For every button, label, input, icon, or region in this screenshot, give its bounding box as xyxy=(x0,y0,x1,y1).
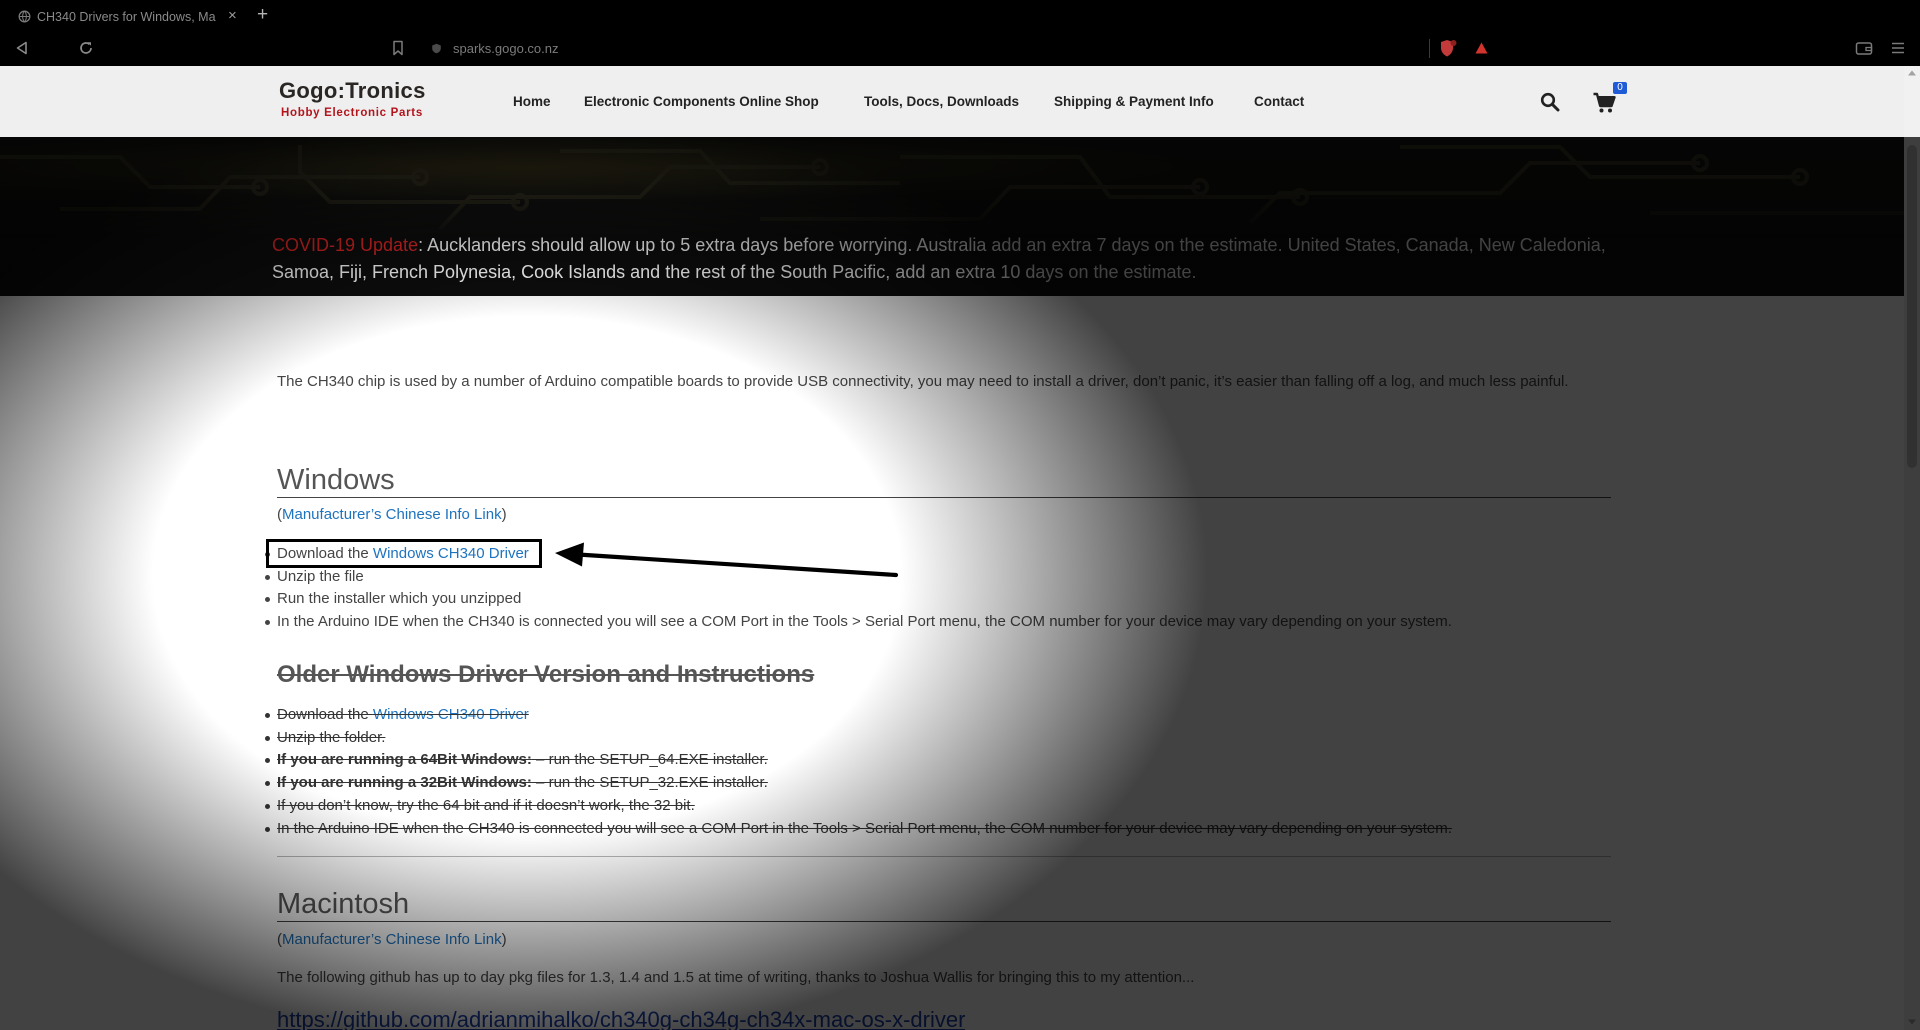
older-windows-driver-link[interactable]: Windows CH340 Driver xyxy=(373,706,529,723)
list-item: In the Arduino IDE when the CH340 is con… xyxy=(265,611,1452,634)
new-tab-button[interactable]: + xyxy=(257,4,268,26)
list-item: In the Arduino IDE when the CH340 is con… xyxy=(265,818,1452,841)
back-arrow-icon[interactable] xyxy=(14,40,30,56)
step-bold-label: If you are running a 64Bit Windows: xyxy=(277,751,532,769)
macintosh-heading-underline xyxy=(277,921,1611,922)
browser-tab[interactable]: CH340 Drivers for Windows, Ma × xyxy=(6,2,256,31)
list-item: Run the installer which you unzipped xyxy=(265,588,1452,611)
step-text: Download the xyxy=(277,706,373,723)
windows-steps-list: Download the Windows CH340 Driver Unzip … xyxy=(265,543,1452,634)
url-text[interactable]: sparks.gogo.co.nz xyxy=(453,40,559,57)
windows-heading: Windows xyxy=(277,464,395,496)
circuit-pattern xyxy=(0,137,1904,237)
bookmark-icon[interactable] xyxy=(391,40,405,56)
wallet-icon[interactable] xyxy=(1855,40,1873,56)
nav-shipping-payment[interactable]: Shipping & Payment Info xyxy=(1054,94,1214,110)
covid-banner: COVID-19 Update: Aucklanders should allo… xyxy=(0,137,1904,296)
reload-icon[interactable] xyxy=(78,40,94,56)
paren-close: ) xyxy=(501,506,507,523)
github-link-wrapper: https://github.com/adrianmihalko/ch340g-… xyxy=(277,1007,965,1030)
list-item: Download the Windows CH340 Driver xyxy=(265,543,1452,566)
screen: CH340 Drivers for Windows, Ma × + sparks… xyxy=(0,0,1920,1030)
cart-icon[interactable] xyxy=(1592,91,1616,115)
covid-alert-label: COVID-19 Update xyxy=(272,235,419,255)
covid-notice-line-1: COVID-19 Update: Aucklanders should allo… xyxy=(272,234,1606,256)
site-logo[interactable]: Gogo:Tronics Hobby Electronic Parts xyxy=(279,78,449,126)
scrollbar-thumb[interactable] xyxy=(1907,145,1917,468)
windows-heading-underline xyxy=(277,497,1611,498)
macintosh-heading: Macintosh xyxy=(277,888,410,920)
windows-info: (Manufacturer’s Chinese Info Link) xyxy=(277,505,507,525)
browser-address-bar: sparks.gogo.co.nz xyxy=(0,31,1920,66)
older-windows-steps-list: Download the Windows CH340 Driver Unzip … xyxy=(265,704,1452,841)
list-item: If you are running a 32Bit Windows: – ru… xyxy=(265,772,1452,795)
shield-extension-icon[interactable] xyxy=(1439,39,1457,58)
windows-ch340-driver-link[interactable]: Windows CH340 Driver xyxy=(373,545,529,562)
github-driver-link[interactable]: https://github.com/adrianmihalko/ch340g-… xyxy=(277,1007,965,1030)
list-item: Download the Windows CH340 Driver xyxy=(265,704,1452,727)
paren-close: ) xyxy=(501,931,507,948)
nav-tools-docs-downloads[interactable]: Tools, Docs, Downloads xyxy=(864,94,1019,110)
nav-components-shop[interactable]: Electronic Components Online Shop xyxy=(584,94,819,110)
covid-notice-line-2: Samoa, Fiji, French Polynesia, Cook Isla… xyxy=(272,262,1197,282)
step-text: – run the SETUP_64.EXE installer. xyxy=(531,751,768,769)
site-header: Gogo:Tronics Hobby Electronic Parts Home… xyxy=(0,66,1904,137)
nav-home[interactable]: Home xyxy=(513,94,551,110)
intro-paragraph: The CH340 chip is used by a number of Ar… xyxy=(277,373,1569,390)
site-info-icon[interactable] xyxy=(431,43,442,54)
section-divider xyxy=(277,856,1611,857)
step-bold-label: If you are running a 32Bit Windows: xyxy=(277,774,532,792)
older-windows-heading: Older Windows Driver Version and Instruc… xyxy=(277,661,815,688)
menu-icon[interactable] xyxy=(1890,41,1906,55)
tab-title: CH340 Drivers for Windows, Ma xyxy=(37,10,216,24)
covid-notice-text: : Aucklanders should allow up to 5 extra… xyxy=(418,235,1606,255)
scroll-up-arrow-icon[interactable] xyxy=(1907,69,1917,77)
triangle-extension-icon[interactable] xyxy=(1474,41,1489,55)
nav-contact[interactable]: Contact xyxy=(1254,94,1304,110)
list-item: If you are running a 64Bit Windows: – ru… xyxy=(265,749,1452,772)
logo-title: Gogo:Tronics xyxy=(279,78,426,103)
logo-subtitle: Hobby Electronic Parts xyxy=(281,107,423,119)
globe-icon xyxy=(18,10,31,23)
mac-paragraph: The following github has up to day pkg f… xyxy=(277,969,1195,986)
browser-tab-bar: CH340 Drivers for Windows, Ma × + xyxy=(0,0,1920,31)
list-item: If you don’t know, try the 64 bit and if… xyxy=(265,795,1452,818)
step-text: Download the xyxy=(277,545,373,562)
list-item: Unzip the file xyxy=(265,566,1452,589)
tab-close-button[interactable]: × xyxy=(228,8,237,24)
search-icon[interactable] xyxy=(1540,92,1560,112)
toolbar-divider xyxy=(1429,39,1430,58)
page-scrollbar[interactable] xyxy=(1904,66,1920,1030)
scroll-down-arrow-icon[interactable] xyxy=(1907,1018,1917,1026)
cart-count-badge: 0 xyxy=(1613,82,1627,94)
windows-manufacturer-info-link[interactable]: Manufacturer’s Chinese Info Link xyxy=(282,506,502,523)
step-text: – run the SETUP_32.EXE installer. xyxy=(531,774,768,792)
list-item: Unzip the folder. xyxy=(265,727,1452,750)
mac-info: (Manufacturer’s Chinese Info Link) xyxy=(277,930,507,950)
mac-manufacturer-info-link[interactable]: Manufacturer’s Chinese Info Link xyxy=(282,931,502,948)
